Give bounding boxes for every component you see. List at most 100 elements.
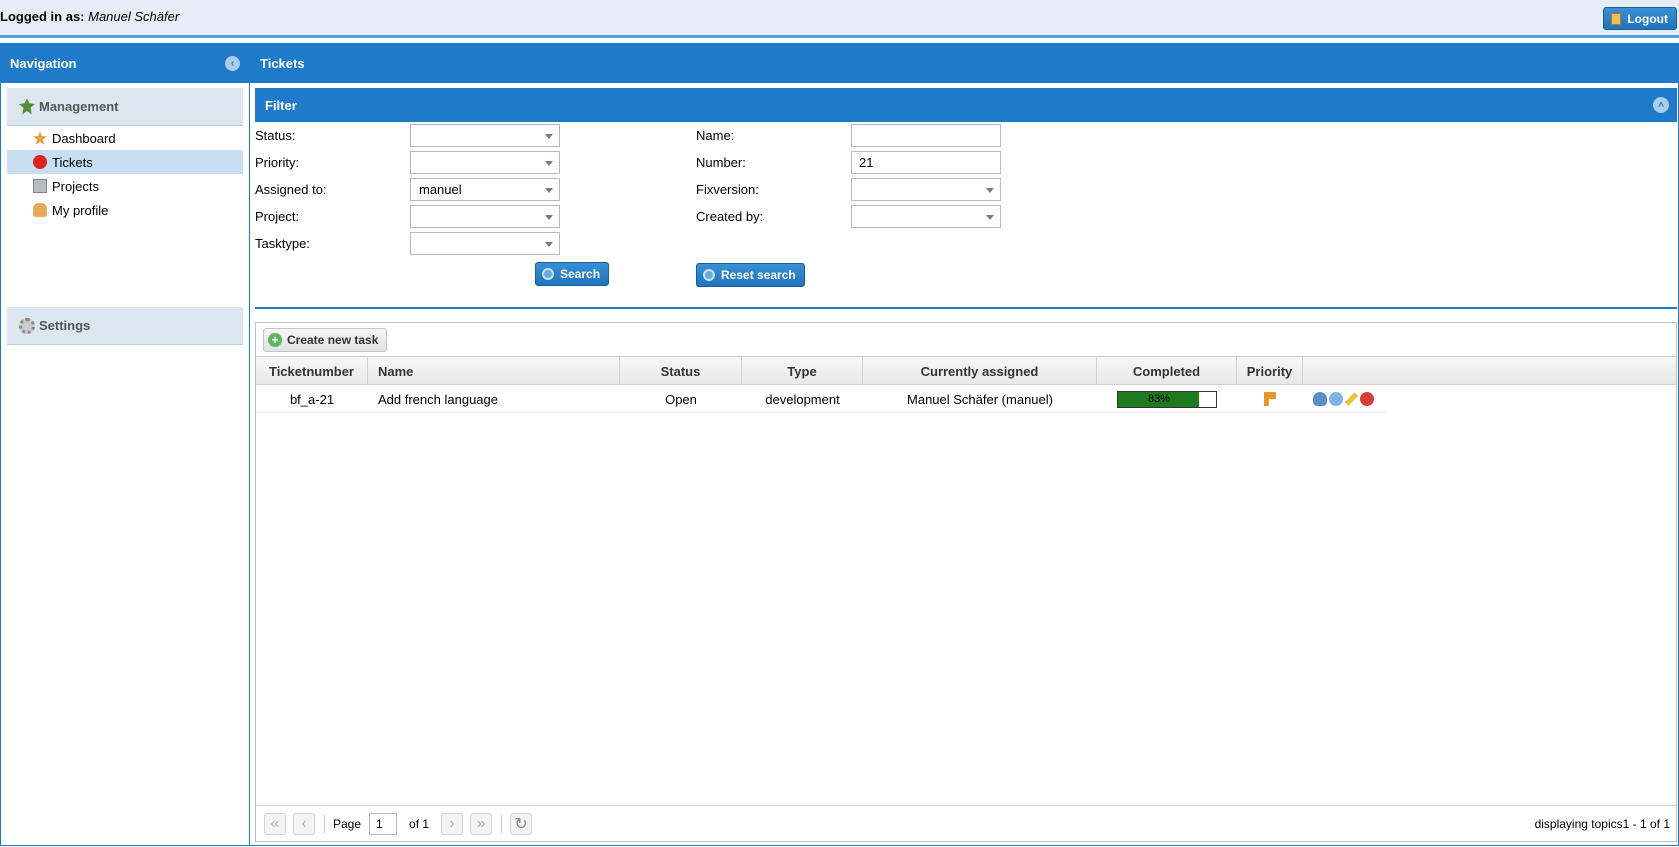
management-icon bbox=[19, 98, 35, 115]
column-status[interactable]: Status bbox=[620, 357, 742, 385]
sidebar-item-projects[interactable]: Projects bbox=[7, 174, 243, 198]
delete-icon[interactable] bbox=[1359, 392, 1374, 406]
refresh-icon[interactable]: ↻ bbox=[510, 812, 533, 835]
next-page-icon[interactable]: › bbox=[441, 812, 464, 835]
dashboard-icon bbox=[33, 131, 47, 145]
priority-row: Priority: bbox=[255, 150, 560, 174]
sidebar-item-my-profile[interactable]: My profile bbox=[7, 198, 243, 222]
cell-type: development bbox=[765, 391, 840, 407]
cell-ticketnumber: bf_a-21 bbox=[289, 391, 335, 407]
filter-title: Filter bbox=[265, 97, 297, 113]
tasktype-select[interactable] bbox=[410, 231, 560, 255]
nav-section-label: Settings bbox=[39, 318, 91, 333]
sidebar-item-label: Dashboard bbox=[52, 130, 116, 146]
nav-section-settings[interactable]: Settings bbox=[7, 307, 243, 345]
pager-divider bbox=[501, 814, 503, 833]
status-row: Status: bbox=[255, 123, 560, 147]
chevron-down-icon[interactable] bbox=[545, 241, 553, 247]
pagination-bar: « ‹ Page 1 of 1 › » ↻ displaying topics1… bbox=[256, 805, 1676, 841]
row-actions bbox=[1312, 392, 1374, 406]
navigation-panel: Navigation ‹ Management Dashboard Ticket… bbox=[0, 43, 250, 846]
gear-icon bbox=[19, 317, 35, 334]
logout-label: Logout bbox=[1627, 11, 1668, 26]
createdby-select[interactable] bbox=[851, 204, 1001, 228]
chevron-down-icon[interactable] bbox=[545, 187, 553, 193]
logout-button[interactable]: Logout bbox=[1603, 7, 1677, 30]
nav-section-label: Management bbox=[39, 99, 119, 114]
column-name[interactable]: Name bbox=[368, 357, 620, 385]
login-label: Logged in as: bbox=[0, 9, 85, 24]
status-label: Status: bbox=[255, 127, 296, 143]
login-info: Logged in as: Manuel Schäfer bbox=[0, 9, 179, 24]
chevron-down-icon[interactable] bbox=[986, 187, 994, 193]
page-number-input[interactable]: 1 bbox=[369, 812, 398, 835]
search-icon bbox=[703, 269, 715, 281]
createdby-row: Created by: bbox=[696, 204, 1001, 228]
project-row: Project: bbox=[255, 204, 560, 228]
edit-icon[interactable] bbox=[1344, 392, 1358, 406]
column-completed[interactable]: Completed bbox=[1097, 357, 1237, 385]
search-button[interactable]: Search bbox=[535, 262, 610, 286]
top-bar: Logged in as: Manuel Schäfer Logout bbox=[0, 0, 1679, 38]
progress-text: 83% bbox=[1147, 392, 1171, 405]
view-icon[interactable] bbox=[1328, 392, 1343, 406]
cell-priority bbox=[1237, 385, 1303, 413]
column-type[interactable]: Type bbox=[742, 357, 863, 385]
assigned-value: manuel bbox=[419, 181, 462, 197]
name-input[interactable] bbox=[851, 123, 1001, 147]
chevron-down-icon[interactable] bbox=[545, 133, 553, 139]
sidebar-item-dashboard[interactable]: Dashboard bbox=[7, 126, 243, 150]
chevron-down-icon[interactable] bbox=[986, 214, 994, 220]
sidebar-item-label: Projects bbox=[52, 178, 99, 194]
number-input[interactable]: 21 bbox=[851, 150, 1001, 174]
assigned-select[interactable]: manuel bbox=[410, 177, 560, 201]
pager-divider bbox=[324, 814, 325, 833]
column-actions bbox=[1303, 357, 1304, 385]
number-label: Number: bbox=[696, 154, 746, 170]
progress-bar: 83% bbox=[1117, 390, 1217, 408]
assigned-row: Assigned to: manuel bbox=[255, 177, 560, 201]
create-task-label: Create new task bbox=[287, 332, 379, 347]
main-panel: Tickets Filter ˄ Status: Priority: Assig… bbox=[249, 43, 1679, 846]
tasktype-row: Tasktype: bbox=[255, 231, 560, 255]
last-page-icon[interactable]: » bbox=[470, 812, 493, 835]
management-items: Dashboard Tickets Projects My profile bbox=[7, 126, 243, 222]
add-icon: + bbox=[268, 332, 282, 347]
grid-toolbar: + Create new task bbox=[256, 323, 1676, 357]
door-icon bbox=[1611, 12, 1622, 25]
sidebar-item-tickets[interactable]: Tickets bbox=[7, 150, 243, 174]
collapse-left-icon[interactable]: ‹ bbox=[225, 55, 240, 71]
project-select[interactable] bbox=[410, 204, 560, 228]
reset-search-button[interactable]: Reset search bbox=[696, 263, 805, 287]
filter-divider bbox=[255, 307, 1677, 309]
navigation-title: Navigation bbox=[10, 55, 77, 71]
create-new-task-button[interactable]: + Create new task bbox=[263, 327, 388, 352]
fixversion-select[interactable] bbox=[851, 177, 1001, 201]
column-ticketnumber[interactable]: Ticketnumber bbox=[256, 357, 368, 385]
priority-label: Priority: bbox=[255, 154, 300, 170]
priority-select[interactable] bbox=[410, 150, 560, 174]
column-currently-assigned[interactable]: Currently assigned bbox=[863, 357, 1097, 385]
cell-name: Add french language bbox=[378, 391, 498, 407]
navigation-header: Navigation ‹ bbox=[1, 43, 249, 83]
status-select[interactable] bbox=[410, 123, 560, 147]
previous-page-icon[interactable]: ‹ bbox=[293, 812, 315, 835]
collapse-up-icon[interactable]: ˄ bbox=[1653, 97, 1669, 113]
assigned-label: Assigned to: bbox=[255, 181, 327, 197]
column-priority[interactable]: Priority bbox=[1237, 357, 1303, 385]
filter-panel: Filter ˄ Status: Priority: Assigned to: … bbox=[255, 88, 1677, 313]
chevron-down-icon[interactable] bbox=[545, 160, 553, 166]
projects-icon bbox=[33, 179, 47, 193]
name-label: Name: bbox=[696, 127, 735, 143]
cell-completed: 83% bbox=[1097, 385, 1237, 413]
search-icon bbox=[542, 268, 554, 280]
nav-section-management[interactable]: Management bbox=[7, 88, 243, 126]
assign-user-icon[interactable] bbox=[1312, 392, 1327, 406]
chevron-down-icon[interactable] bbox=[545, 214, 553, 220]
cell-assigned: Manuel Schäfer (manuel) bbox=[907, 391, 1053, 407]
tasktype-label: Tasktype: bbox=[255, 235, 310, 251]
table-header: Ticketnumber Name Status Type Currently … bbox=[256, 357, 1676, 385]
table-row[interactable]: bf_a-21 Add french language Open develop… bbox=[256, 385, 1386, 413]
search-label: Search bbox=[560, 267, 601, 281]
first-page-icon[interactable]: « bbox=[264, 812, 286, 835]
